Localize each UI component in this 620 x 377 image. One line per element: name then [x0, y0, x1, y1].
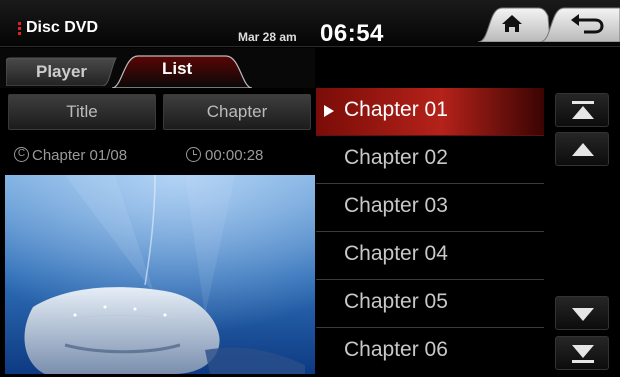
video-preview[interactable]: [5, 175, 315, 374]
list-item[interactable]: Chapter 02: [316, 136, 544, 184]
skip-to-top-icon: [572, 101, 594, 119]
source-indicator-icon: [18, 22, 21, 36]
list-item[interactable]: Chapter 01: [316, 88, 544, 136]
back-button[interactable]: [540, 6, 620, 42]
scroll-top-button[interactable]: [555, 93, 609, 127]
chapter-counter: Chapter 01/08: [32, 147, 128, 164]
top-bar: Disc DVD Mar 28 am 06:54: [0, 0, 620, 47]
source-title: Disc DVD: [26, 19, 99, 36]
clock-icon: [186, 147, 201, 162]
list-item[interactable]: Chapter 06: [316, 328, 544, 376]
chapter-label: Chapter 02: [344, 146, 448, 169]
list-item[interactable]: Chapter 04: [316, 232, 544, 280]
scroll-down-button[interactable]: [555, 296, 609, 330]
copyright-icon: C: [14, 147, 29, 162]
chapter-button[interactable]: Chapter: [163, 94, 311, 130]
list-item[interactable]: Chapter 03: [316, 184, 544, 232]
tab-list[interactable]: List: [112, 52, 252, 88]
date-label: Mar 28 am: [238, 30, 297, 44]
tab-list-label: List: [162, 59, 193, 78]
scroll-bottom-button[interactable]: [555, 336, 609, 370]
page-up-icon: [572, 143, 594, 156]
chapter-label: Chapter 04: [344, 242, 448, 265]
tab-player[interactable]: Player: [6, 56, 124, 86]
back-arrow-icon: [571, 14, 604, 34]
scroll-up-button[interactable]: [555, 132, 609, 166]
tab-player-label: Player: [36, 62, 88, 81]
elapsed-time: 00:00:28: [205, 147, 264, 164]
title-button[interactable]: Title: [8, 94, 156, 130]
chapter-label: Chapter 01: [344, 98, 448, 121]
list-item[interactable]: Chapter 05: [316, 280, 544, 328]
skip-to-bottom-icon: [572, 345, 594, 363]
playback-status: C Chapter 01/08 00:00:28: [0, 138, 315, 174]
clock-time: 06:54: [320, 20, 384, 47]
chapter-list: Chapter 01 Chapter 02 Chapter 03 Chapter…: [316, 88, 544, 377]
play-indicator-icon: [324, 105, 334, 117]
scroll-controls: [544, 88, 620, 377]
page-down-icon: [572, 308, 594, 321]
chapter-label: Chapter 03: [344, 194, 448, 217]
chapter-label: Chapter 06: [344, 338, 448, 361]
chapter-label: Chapter 05: [344, 290, 448, 313]
